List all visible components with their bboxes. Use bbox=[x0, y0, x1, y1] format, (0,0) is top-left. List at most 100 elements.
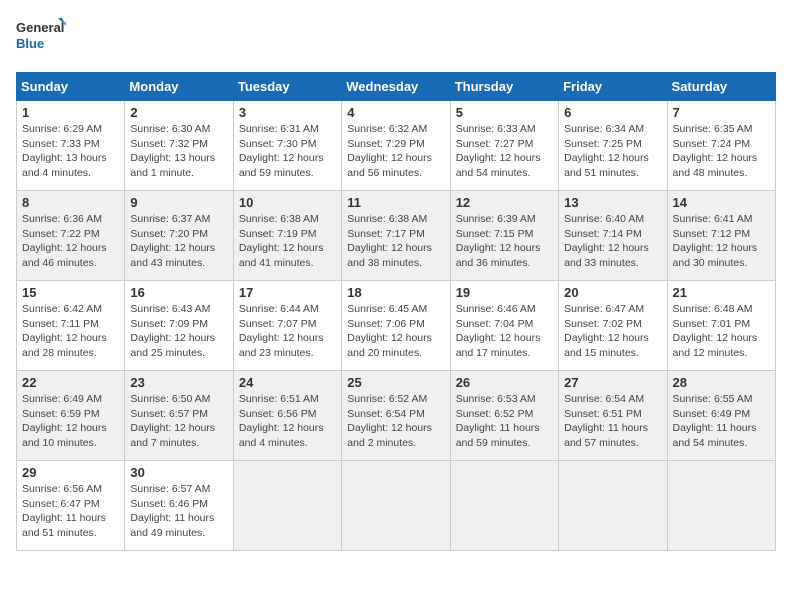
day-detail: Sunrise: 6:47 AMSunset: 7:02 PMDaylight:… bbox=[564, 303, 649, 359]
calendar-cell: 9 Sunrise: 6:37 AMSunset: 7:20 PMDayligh… bbox=[125, 191, 233, 281]
day-number: 26 bbox=[456, 375, 553, 390]
calendar-week-4: 22 Sunrise: 6:49 AMSunset: 6:59 PMDaylig… bbox=[17, 371, 776, 461]
header-tuesday: Tuesday bbox=[233, 73, 341, 101]
day-detail: Sunrise: 6:35 AMSunset: 7:24 PMDaylight:… bbox=[673, 123, 758, 179]
day-number: 4 bbox=[347, 105, 444, 120]
calendar-cell bbox=[667, 461, 775, 551]
logo: General Blue bbox=[16, 16, 66, 60]
day-detail: Sunrise: 6:44 AMSunset: 7:07 PMDaylight:… bbox=[239, 303, 324, 359]
header-sunday: Sunday bbox=[17, 73, 125, 101]
calendar-cell: 26 Sunrise: 6:53 AMSunset: 6:52 PMDaylig… bbox=[450, 371, 558, 461]
header-saturday: Saturday bbox=[667, 73, 775, 101]
header-friday: Friday bbox=[559, 73, 667, 101]
day-detail: Sunrise: 6:43 AMSunset: 7:09 PMDaylight:… bbox=[130, 303, 215, 359]
calendar-cell: 24 Sunrise: 6:51 AMSunset: 6:56 PMDaylig… bbox=[233, 371, 341, 461]
day-number: 12 bbox=[456, 195, 553, 210]
day-number: 15 bbox=[22, 285, 119, 300]
day-number: 24 bbox=[239, 375, 336, 390]
calendar-cell bbox=[450, 461, 558, 551]
day-detail: Sunrise: 6:51 AMSunset: 6:56 PMDaylight:… bbox=[239, 393, 324, 449]
calendar-cell: 10 Sunrise: 6:38 AMSunset: 7:19 PMDaylig… bbox=[233, 191, 341, 281]
calendar-cell: 30 Sunrise: 6:57 AMSunset: 6:46 PMDaylig… bbox=[125, 461, 233, 551]
calendar-cell: 2 Sunrise: 6:30 AMSunset: 7:32 PMDayligh… bbox=[125, 101, 233, 191]
day-number: 9 bbox=[130, 195, 227, 210]
day-number: 18 bbox=[347, 285, 444, 300]
calendar-cell: 8 Sunrise: 6:36 AMSunset: 7:22 PMDayligh… bbox=[17, 191, 125, 281]
day-detail: Sunrise: 6:40 AMSunset: 7:14 PMDaylight:… bbox=[564, 213, 649, 269]
day-detail: Sunrise: 6:33 AMSunset: 7:27 PMDaylight:… bbox=[456, 123, 541, 179]
day-number: 5 bbox=[456, 105, 553, 120]
calendar-cell: 11 Sunrise: 6:38 AMSunset: 7:17 PMDaylig… bbox=[342, 191, 450, 281]
day-detail: Sunrise: 6:49 AMSunset: 6:59 PMDaylight:… bbox=[22, 393, 107, 449]
calendar-cell: 25 Sunrise: 6:52 AMSunset: 6:54 PMDaylig… bbox=[342, 371, 450, 461]
day-detail: Sunrise: 6:31 AMSunset: 7:30 PMDaylight:… bbox=[239, 123, 324, 179]
day-detail: Sunrise: 6:50 AMSunset: 6:57 PMDaylight:… bbox=[130, 393, 215, 449]
calendar-week-5: 29 Sunrise: 6:56 AMSunset: 6:47 PMDaylig… bbox=[17, 461, 776, 551]
header-wednesday: Wednesday bbox=[342, 73, 450, 101]
calendar-cell: 17 Sunrise: 6:44 AMSunset: 7:07 PMDaylig… bbox=[233, 281, 341, 371]
day-detail: Sunrise: 6:29 AMSunset: 7:33 PMDaylight:… bbox=[22, 123, 107, 179]
day-number: 8 bbox=[22, 195, 119, 210]
day-detail: Sunrise: 6:54 AMSunset: 6:51 PMDaylight:… bbox=[564, 393, 648, 449]
calendar-cell: 23 Sunrise: 6:50 AMSunset: 6:57 PMDaylig… bbox=[125, 371, 233, 461]
day-detail: Sunrise: 6:53 AMSunset: 6:52 PMDaylight:… bbox=[456, 393, 540, 449]
day-detail: Sunrise: 6:45 AMSunset: 7:06 PMDaylight:… bbox=[347, 303, 432, 359]
day-detail: Sunrise: 6:34 AMSunset: 7:25 PMDaylight:… bbox=[564, 123, 649, 179]
calendar-week-2: 8 Sunrise: 6:36 AMSunset: 7:22 PMDayligh… bbox=[17, 191, 776, 281]
day-number: 13 bbox=[564, 195, 661, 210]
day-detail: Sunrise: 6:57 AMSunset: 6:46 PMDaylight:… bbox=[130, 483, 214, 539]
day-number: 17 bbox=[239, 285, 336, 300]
header-monday: Monday bbox=[125, 73, 233, 101]
day-detail: Sunrise: 6:38 AMSunset: 7:17 PMDaylight:… bbox=[347, 213, 432, 269]
calendar-cell: 21 Sunrise: 6:48 AMSunset: 7:01 PMDaylig… bbox=[667, 281, 775, 371]
day-detail: Sunrise: 6:32 AMSunset: 7:29 PMDaylight:… bbox=[347, 123, 432, 179]
calendar-cell: 5 Sunrise: 6:33 AMSunset: 7:27 PMDayligh… bbox=[450, 101, 558, 191]
calendar-cell bbox=[559, 461, 667, 551]
calendar-cell: 12 Sunrise: 6:39 AMSunset: 7:15 PMDaylig… bbox=[450, 191, 558, 281]
day-number: 29 bbox=[22, 465, 119, 480]
calendar-cell: 15 Sunrise: 6:42 AMSunset: 7:11 PMDaylig… bbox=[17, 281, 125, 371]
calendar-cell: 14 Sunrise: 6:41 AMSunset: 7:12 PMDaylig… bbox=[667, 191, 775, 281]
calendar-cell: 20 Sunrise: 6:47 AMSunset: 7:02 PMDaylig… bbox=[559, 281, 667, 371]
day-detail: Sunrise: 6:52 AMSunset: 6:54 PMDaylight:… bbox=[347, 393, 432, 449]
day-number: 23 bbox=[130, 375, 227, 390]
day-detail: Sunrise: 6:55 AMSunset: 6:49 PMDaylight:… bbox=[673, 393, 757, 449]
day-detail: Sunrise: 6:37 AMSunset: 7:20 PMDaylight:… bbox=[130, 213, 215, 269]
day-number: 16 bbox=[130, 285, 227, 300]
calendar-cell: 6 Sunrise: 6:34 AMSunset: 7:25 PMDayligh… bbox=[559, 101, 667, 191]
calendar-week-1: 1 Sunrise: 6:29 AMSunset: 7:33 PMDayligh… bbox=[17, 101, 776, 191]
day-number: 11 bbox=[347, 195, 444, 210]
day-detail: Sunrise: 6:42 AMSunset: 7:11 PMDaylight:… bbox=[22, 303, 107, 359]
day-number: 27 bbox=[564, 375, 661, 390]
day-detail: Sunrise: 6:56 AMSunset: 6:47 PMDaylight:… bbox=[22, 483, 106, 539]
day-number: 7 bbox=[673, 105, 770, 120]
calendar-cell bbox=[342, 461, 450, 551]
calendar-cell: 3 Sunrise: 6:31 AMSunset: 7:30 PMDayligh… bbox=[233, 101, 341, 191]
day-number: 1 bbox=[22, 105, 119, 120]
calendar-cell: 16 Sunrise: 6:43 AMSunset: 7:09 PMDaylig… bbox=[125, 281, 233, 371]
calendar-cell: 19 Sunrise: 6:46 AMSunset: 7:04 PMDaylig… bbox=[450, 281, 558, 371]
day-detail: Sunrise: 6:36 AMSunset: 7:22 PMDaylight:… bbox=[22, 213, 107, 269]
day-detail: Sunrise: 6:39 AMSunset: 7:15 PMDaylight:… bbox=[456, 213, 541, 269]
calendar-header-row: SundayMondayTuesdayWednesdayThursdayFrid… bbox=[17, 73, 776, 101]
day-number: 21 bbox=[673, 285, 770, 300]
day-number: 10 bbox=[239, 195, 336, 210]
calendar-cell: 1 Sunrise: 6:29 AMSunset: 7:33 PMDayligh… bbox=[17, 101, 125, 191]
day-number: 22 bbox=[22, 375, 119, 390]
day-detail: Sunrise: 6:48 AMSunset: 7:01 PMDaylight:… bbox=[673, 303, 758, 359]
day-detail: Sunrise: 6:41 AMSunset: 7:12 PMDaylight:… bbox=[673, 213, 758, 269]
day-number: 6 bbox=[564, 105, 661, 120]
calendar-cell: 27 Sunrise: 6:54 AMSunset: 6:51 PMDaylig… bbox=[559, 371, 667, 461]
svg-text:Blue: Blue bbox=[16, 36, 44, 51]
calendar-week-3: 15 Sunrise: 6:42 AMSunset: 7:11 PMDaylig… bbox=[17, 281, 776, 371]
day-detail: Sunrise: 6:38 AMSunset: 7:19 PMDaylight:… bbox=[239, 213, 324, 269]
logo-svg: General Blue bbox=[16, 16, 66, 60]
day-detail: Sunrise: 6:46 AMSunset: 7:04 PMDaylight:… bbox=[456, 303, 541, 359]
calendar-cell: 7 Sunrise: 6:35 AMSunset: 7:24 PMDayligh… bbox=[667, 101, 775, 191]
day-detail: Sunrise: 6:30 AMSunset: 7:32 PMDaylight:… bbox=[130, 123, 215, 179]
calendar-cell: 18 Sunrise: 6:45 AMSunset: 7:06 PMDaylig… bbox=[342, 281, 450, 371]
calendar-cell bbox=[233, 461, 341, 551]
header-thursday: Thursday bbox=[450, 73, 558, 101]
svg-text:General: General bbox=[16, 20, 64, 35]
calendar-cell: 4 Sunrise: 6:32 AMSunset: 7:29 PMDayligh… bbox=[342, 101, 450, 191]
